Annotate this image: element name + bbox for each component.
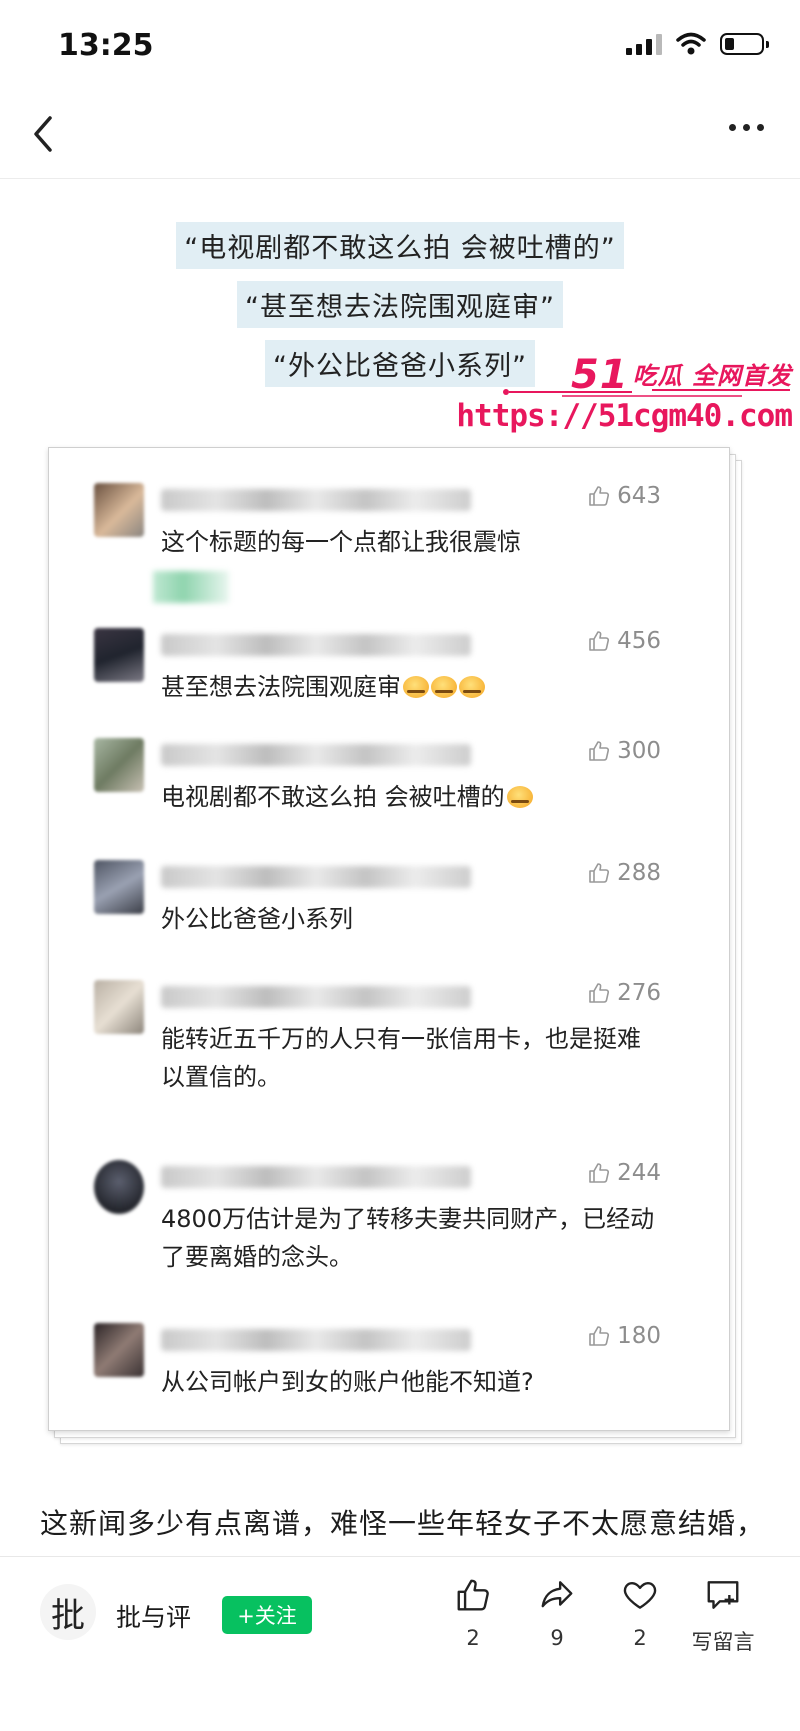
share-icon [541,1581,573,1608]
watermark-text: 吃瓜 全网首发 [632,362,792,390]
like-count[interactable]: 300 [587,738,661,764]
avatar [94,860,144,914]
comment-text: 电视剧都不敢这么拍 会被吐槽的 [161,778,661,816]
like-number: 643 [617,483,661,509]
like-number: 276 [617,980,661,1006]
signal-icon [626,33,662,55]
comment-text-body: 电视剧都不敢这么拍 会被吐槽的 [161,783,505,811]
write-comment-label: 写留言 [691,1630,755,1654]
avatar [94,980,144,1034]
comment-card: 643 这个标题的每一个点都让我很震惊 456 甚至想去法院围观庭审 300 电… [48,447,730,1431]
watermark-lines [503,389,790,397]
like-count[interactable]: 456 [587,628,661,654]
more-dots-icon[interactable] [729,124,764,131]
laugh-cry-emoji-icon [459,676,485,698]
quote-line: “外公比爸爸小系列” [265,340,535,387]
like-number: 300 [617,738,661,764]
follow-button[interactable]: +关注 [222,1596,312,1634]
author-avatar[interactable]: 批 [40,1584,96,1640]
like-number: 180 [617,1323,661,1349]
favorite-button[interactable]: 2 [595,1576,685,1650]
like-number: 244 [617,1160,661,1186]
quote-line: “电视剧都不敢这么拍 会被吐槽的” [176,222,624,269]
write-comment-button[interactable]: 写留言 [678,1576,768,1656]
username-blurred [161,986,471,1008]
like-total: 2 [466,1626,480,1650]
like-count[interactable]: 288 [587,860,661,886]
avatar [94,483,144,537]
watermark-url: https://51cgm40.com [456,398,793,434]
thumbs-up-icon [457,1579,489,1611]
thumbs-up-icon [589,486,610,506]
username-blurred [161,1329,471,1351]
sticker-blurred [153,571,229,603]
comment-text: 从公司帐户到女的账户他能不知道? [161,1368,534,1396]
like-number: 288 [617,860,661,886]
status-icons [626,32,769,56]
thumbs-up-icon [589,1163,610,1183]
comment-icon [707,1581,739,1609]
avatar [94,738,144,792]
thumbs-up-icon [589,863,610,883]
thumbs-up-icon [589,631,610,651]
status-time: 13:25 [58,28,154,63]
like-count[interactable]: 276 [587,980,661,1006]
back-button[interactable] [28,112,60,156]
username-blurred [161,866,471,888]
wifi-icon [676,32,706,55]
favorite-total: 2 [633,1626,647,1650]
avatar [94,1323,144,1377]
share-button[interactable]: 9 [512,1576,602,1650]
battery-icon [720,33,769,55]
like-count[interactable]: 180 [587,1323,661,1349]
like-count[interactable]: 643 [587,483,661,509]
avatar [94,628,144,682]
thumbs-up-icon [589,983,610,1003]
laugh-cry-emoji-icon [506,786,533,808]
heart-icon [623,1581,657,1609]
laugh-cry-emoji-icon [431,676,457,698]
thumbs-up-icon [589,1326,610,1346]
bottom-divider [0,1556,800,1557]
avatar [94,1160,144,1214]
username-blurred [161,744,471,766]
username-blurred [161,489,471,511]
username-blurred [161,634,471,656]
share-total: 9 [550,1626,564,1650]
laugh-cry-emoji-icon [403,676,429,698]
username-blurred [161,1166,471,1188]
thumbs-up-icon [589,741,610,761]
quote-line: “甚至想去法院围观庭审” [237,281,563,328]
comment-text: 能转近五千万的人只有一张信用卡，也是挺难以置信的。 [161,1025,641,1091]
comment-text: 这个标题的每一个点都让我很震惊 [161,528,521,556]
like-count[interactable]: 244 [587,1160,661,1186]
chevron-left-icon [34,116,52,152]
comment-text-body: 甚至想去法院围观庭审 [161,673,401,701]
like-number: 456 [617,628,661,654]
nav-divider [0,178,800,179]
like-button[interactable]: 2 [428,1576,518,1650]
author-name[interactable]: 批与评 [116,1598,191,1634]
comment-text: 外公比爸爸小系列 [161,905,353,933]
comment-text: 4800万估计是为了转移夫妻共同财产，已经动了要离婚的念头。 [161,1205,655,1271]
comment-text: 甚至想去法院围观庭审 [161,668,661,706]
article-paragraph: 这新闻多少有点离谱，难怪一些年轻女子不太愿意结婚， [40,1507,766,1540]
